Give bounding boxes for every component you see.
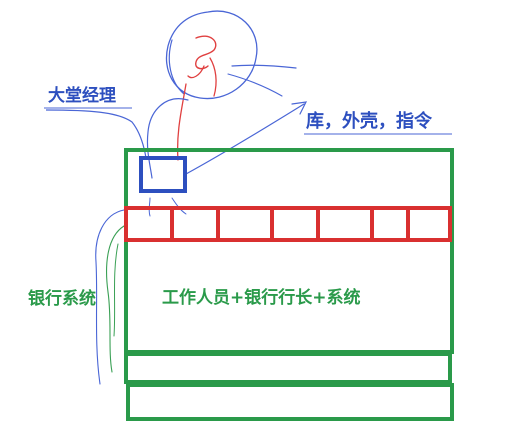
bank-system-label: 银行系统 <box>28 288 96 309</box>
staff-president-system-label: 工作人员+银行行长+系统 <box>162 287 361 308</box>
counter-window <box>270 206 320 242</box>
counter-window <box>406 206 452 242</box>
lobby-manager-label: 大堂经理 <box>48 85 116 106</box>
person-sketch <box>146 10 297 179</box>
counter-window <box>316 206 374 242</box>
counter-window <box>370 206 410 242</box>
counter-window-row <box>124 206 452 242</box>
lobby-manager-box <box>139 156 187 193</box>
bank-lower-band-2 <box>126 383 454 421</box>
counter-window <box>216 206 274 242</box>
vault-outsource-command-label: 库，外壳，指令 <box>306 110 433 132</box>
bank-lower-band-1 <box>124 352 452 384</box>
diagram-svg: 大堂经理 库，外壳，指令 银行系统 工作人员+银行行长+系统 <box>28 10 454 421</box>
counter-window <box>170 206 220 242</box>
vault-arrow <box>185 101 308 175</box>
diagram-canvas: 大堂经理 库，外壳，指令 银行系统 工作人员+银行行长+系统 <box>0 0 525 435</box>
left-sketch-lines <box>95 209 125 385</box>
bank-building-outline <box>124 148 454 354</box>
